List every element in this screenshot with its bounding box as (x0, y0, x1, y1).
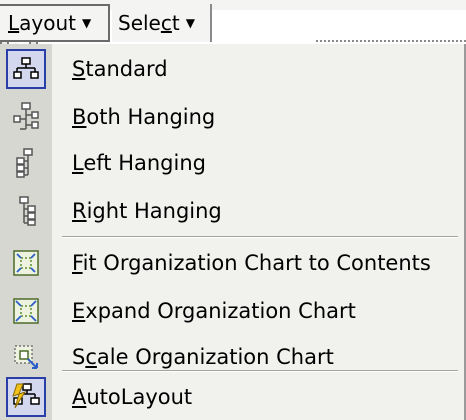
menu-item-left-hanging[interactable]: Left Hanging (0, 140, 462, 186)
menu-separator (62, 236, 458, 238)
org-left-hanging-icon (6, 143, 46, 183)
menu-item-label: Scale Organization Chart (72, 345, 334, 369)
scale-chart-icon (6, 337, 46, 377)
menu-item-label: Expand Organization Chart (72, 299, 356, 323)
layout-menu-button[interactable]: Layout ▼ (0, 4, 110, 42)
dropdown-arrow-icon: ▼ (82, 16, 92, 30)
layout-menu-label: Layout (8, 11, 77, 35)
dropdown-arrow-icon: ▼ (185, 16, 195, 30)
menu-item-fit-contents[interactable]: Fit Organization Chart to Contents (0, 240, 462, 286)
menu-item-expand-chart[interactable]: Expand Organization Chart (0, 288, 462, 334)
fit-contents-icon (6, 243, 46, 283)
menu-item-label: Left Hanging (72, 151, 206, 175)
menu-item-autolayout[interactable]: AutoLayout (0, 374, 462, 420)
org-both-hanging-icon (6, 97, 46, 137)
menu-item-label: AutoLayout (72, 385, 193, 409)
menu-item-label: Fit Organization Chart to Contents (72, 251, 431, 275)
menu-separator (62, 370, 458, 372)
org-right-hanging-icon (6, 191, 46, 231)
expand-chart-icon (6, 291, 46, 331)
select-menu-button[interactable]: Select ▼ (112, 4, 212, 42)
org-chart-toolbar: Layout ▼ Select ▼ (0, 0, 466, 46)
menu-item-label: Standard (72, 57, 168, 81)
menu-item-standard[interactable]: Standard (0, 46, 462, 92)
menu-item-label: Right Hanging (72, 199, 222, 223)
select-menu-label: Select (118, 11, 180, 35)
menu-item-both-hanging[interactable]: Both Hanging (0, 94, 462, 140)
autolayout-icon (6, 377, 46, 417)
menu-item-label: Both Hanging (72, 105, 216, 129)
menu-item-right-hanging[interactable]: Right Hanging (0, 188, 462, 234)
layout-dropdown-menu: Standard Both Hanging Left Hanging Right… (0, 44, 466, 420)
org-standard-icon (6, 49, 46, 89)
